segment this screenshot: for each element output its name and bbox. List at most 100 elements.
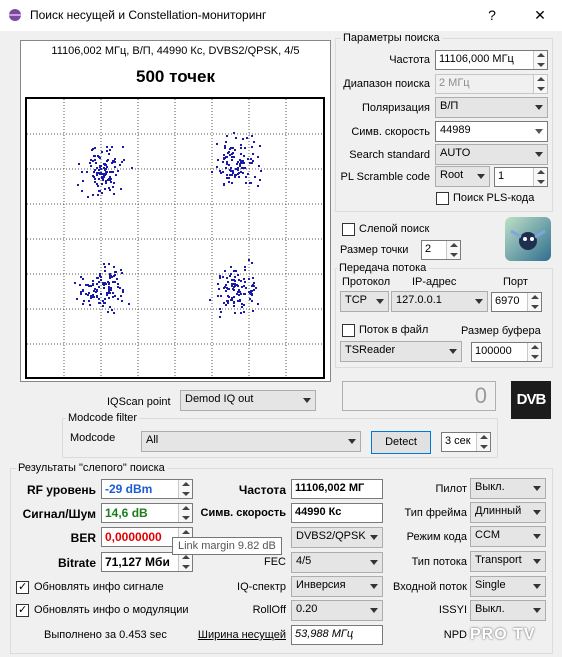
help-button[interactable]: ? bbox=[476, 4, 508, 26]
point-size-input[interactable]: 2 bbox=[421, 240, 461, 260]
point-size-label: Размер точки bbox=[340, 244, 409, 256]
iqscan-select[interactable]: Demod IQ out bbox=[180, 390, 316, 411]
bandwidth-label[interactable]: Ширина несущей bbox=[196, 629, 286, 641]
code-mode-select[interactable]: CCM bbox=[470, 526, 546, 547]
rf-level-label: RF уровень bbox=[26, 483, 96, 497]
constellation-point bbox=[234, 276, 236, 278]
constellation-point bbox=[100, 293, 102, 295]
constellation-point bbox=[231, 174, 233, 176]
ip-address-select[interactable]: 127.0.0.1 bbox=[391, 291, 488, 312]
detect-button[interactable]: Detect bbox=[371, 431, 431, 454]
constellation-point bbox=[254, 176, 256, 178]
constellation-point bbox=[106, 160, 108, 162]
search-range-label: Диапазон поиска bbox=[343, 78, 430, 90]
update-modulation-checkbox[interactable] bbox=[16, 603, 29, 617]
constellation-point bbox=[101, 151, 103, 153]
constellation-point bbox=[257, 303, 259, 305]
pilot-select[interactable]: Выкл. bbox=[470, 478, 546, 499]
search-range-input[interactable]: 2 МГц bbox=[435, 74, 548, 94]
stream-to-file-checkbox[interactable] bbox=[342, 324, 355, 337]
ip-address-label: IP-адрес bbox=[412, 276, 457, 288]
constellation-point bbox=[114, 281, 116, 283]
constellation-point bbox=[112, 171, 114, 173]
pls-search-checkbox[interactable] bbox=[436, 192, 449, 205]
iq-spectrum-select[interactable]: Инверсия bbox=[291, 576, 383, 597]
constellation-point bbox=[114, 274, 116, 276]
constellation-point bbox=[225, 156, 227, 158]
iq-spectrum-label: IQ-спектр bbox=[237, 581, 286, 593]
update-signal-checkbox[interactable] bbox=[16, 580, 29, 594]
counter-display: 0 bbox=[342, 381, 496, 411]
constellation-point bbox=[228, 177, 230, 179]
constellation-point bbox=[106, 146, 108, 148]
constellation-point bbox=[92, 280, 94, 282]
constellation-point bbox=[111, 146, 113, 148]
input-stream-select[interactable]: Single bbox=[470, 576, 546, 597]
constellation-point bbox=[120, 188, 122, 190]
constellation-point bbox=[107, 281, 109, 283]
constellation-point bbox=[112, 281, 114, 283]
stream-reader-select[interactable]: TSReader bbox=[340, 341, 462, 362]
blind-search-checkbox[interactable] bbox=[342, 223, 355, 236]
constellation-point bbox=[105, 164, 107, 166]
frame-type-select[interactable]: Длинный bbox=[470, 502, 546, 523]
constellation-point bbox=[81, 190, 83, 192]
update-signal-label: Обновлять инфо сигнале bbox=[34, 581, 164, 593]
constellation-point bbox=[228, 164, 230, 166]
constellation-point bbox=[243, 155, 245, 157]
constellation-point bbox=[233, 132, 235, 134]
rolloff-select[interactable]: 0.20 bbox=[291, 600, 383, 621]
polarization-select[interactable]: В/П bbox=[435, 97, 548, 118]
constellation-point bbox=[226, 277, 228, 279]
constellation-point bbox=[236, 163, 238, 165]
polarization-label: Поляризация bbox=[362, 102, 430, 114]
constellation-point bbox=[228, 181, 230, 183]
issyi-select[interactable]: Выкл. bbox=[470, 600, 546, 621]
constellation-point bbox=[100, 279, 102, 281]
frequency-input[interactable]: 11106,000 МГц bbox=[435, 50, 548, 70]
fec-select[interactable]: 4/5 bbox=[291, 552, 383, 573]
constellation-point bbox=[103, 263, 105, 265]
modulation-select[interactable]: DVBS2/QPSK bbox=[291, 527, 383, 548]
constellation-point bbox=[99, 275, 101, 277]
constellation-point bbox=[240, 147, 242, 149]
constellation-point bbox=[240, 280, 242, 282]
constellation-point bbox=[249, 298, 251, 300]
snr-field: 14,6 dB bbox=[101, 503, 193, 523]
pl-scramble-input[interactable]: 1 bbox=[494, 167, 548, 187]
constellation-point bbox=[225, 304, 227, 306]
constellation-point bbox=[224, 270, 226, 272]
constellation-point bbox=[83, 300, 85, 302]
protocol-label: Протокол bbox=[342, 276, 391, 288]
constellation-point bbox=[99, 173, 101, 175]
constellation-point bbox=[108, 153, 110, 155]
constellation-point bbox=[232, 147, 234, 149]
constellation-point bbox=[85, 293, 87, 295]
constellation-point bbox=[113, 160, 115, 162]
constellation-point bbox=[100, 165, 102, 167]
close-button[interactable]: ✕ bbox=[524, 4, 556, 26]
buffer-size-input[interactable]: 100000 bbox=[471, 342, 542, 362]
pl-scramble-mode-select[interactable]: Root bbox=[435, 166, 490, 187]
protocol-select[interactable]: TCP bbox=[340, 291, 389, 312]
constellation-point bbox=[87, 294, 89, 296]
constellation-point bbox=[228, 296, 230, 298]
modcode-select[interactable]: All bbox=[141, 431, 361, 452]
constellation-point bbox=[233, 305, 235, 307]
constellation-point bbox=[114, 295, 116, 297]
stream-type-select[interactable]: Transport bbox=[470, 551, 546, 572]
constellation-point bbox=[245, 182, 247, 184]
constellation-point bbox=[94, 288, 96, 290]
symbol-rate-select[interactable]: 44989 bbox=[435, 121, 548, 142]
search-standard-select[interactable]: AUTO bbox=[435, 144, 548, 165]
port-input[interactable]: 6970 bbox=[491, 292, 542, 312]
title-bar: Поиск несущей и Constellation-мониторинг… bbox=[0, 0, 562, 31]
constellation-point bbox=[230, 273, 232, 275]
constellation-point bbox=[237, 274, 239, 276]
constellation-point bbox=[117, 283, 119, 285]
code-mode-label: Режим кода bbox=[406, 531, 467, 543]
detect-timeout-input[interactable]: 3 сек bbox=[441, 432, 491, 452]
constellation-point bbox=[216, 143, 218, 145]
constellation-point bbox=[259, 145, 261, 147]
app-icon bbox=[9, 9, 21, 21]
